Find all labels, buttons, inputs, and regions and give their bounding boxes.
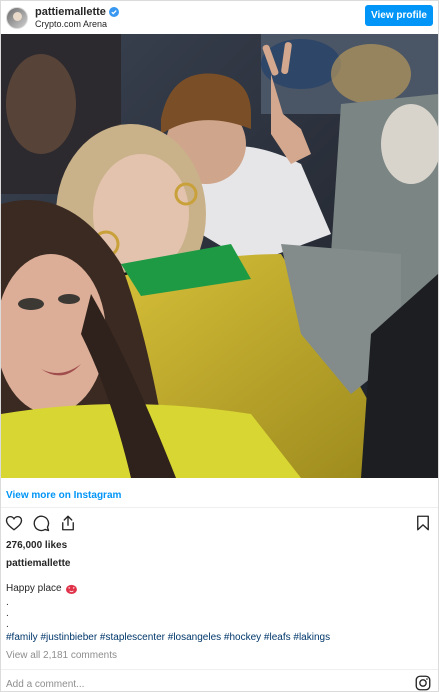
- comment-icon[interactable]: [32, 514, 50, 532]
- caption-dot: .: [6, 608, 9, 619]
- verified-badge-icon: [108, 6, 119, 17]
- divider: [1, 507, 438, 508]
- heart-icon[interactable]: [5, 514, 23, 532]
- username-row: pattiemallette: [35, 6, 119, 18]
- likes-count[interactable]: 276,000 likes: [6, 540, 67, 551]
- divider: [1, 669, 438, 670]
- post-header: pattiemallette Crypto.com Arena View pro…: [1, 1, 438, 34]
- user-block: pattiemallette Crypto.com Arena: [35, 6, 119, 30]
- bookmark-icon[interactable]: [414, 514, 432, 532]
- share-icon[interactable]: [59, 514, 77, 532]
- heart-eyes-emoji-icon: [65, 584, 77, 594]
- instagram-icon[interactable]: [414, 674, 432, 692]
- photo-illustration: [1, 34, 438, 478]
- view-comments-link[interactable]: View all 2,181 comments: [6, 650, 117, 661]
- username[interactable]: pattiemallette: [35, 6, 106, 18]
- post-photo[interactable]: [1, 34, 438, 478]
- caption-dot: .: [6, 619, 9, 630]
- caption: Happy place: [6, 583, 77, 594]
- action-bar: [5, 514, 77, 532]
- instagram-embed-card: pattiemallette Crypto.com Arena View pro…: [0, 0, 439, 692]
- hashtags[interactable]: #family #justinbieber #staplescenter #lo…: [6, 632, 330, 643]
- caption-text: Happy place: [6, 583, 62, 594]
- caption-username[interactable]: pattiemallette: [6, 558, 70, 569]
- add-comment-input[interactable]: Add a comment...: [6, 679, 84, 690]
- location-label[interactable]: Crypto.com Arena: [35, 18, 119, 30]
- caption-dot: .: [6, 597, 9, 608]
- view-profile-button[interactable]: View profile: [365, 5, 433, 26]
- view-more-link[interactable]: View more on Instagram: [6, 490, 121, 501]
- avatar[interactable]: [6, 6, 28, 29]
